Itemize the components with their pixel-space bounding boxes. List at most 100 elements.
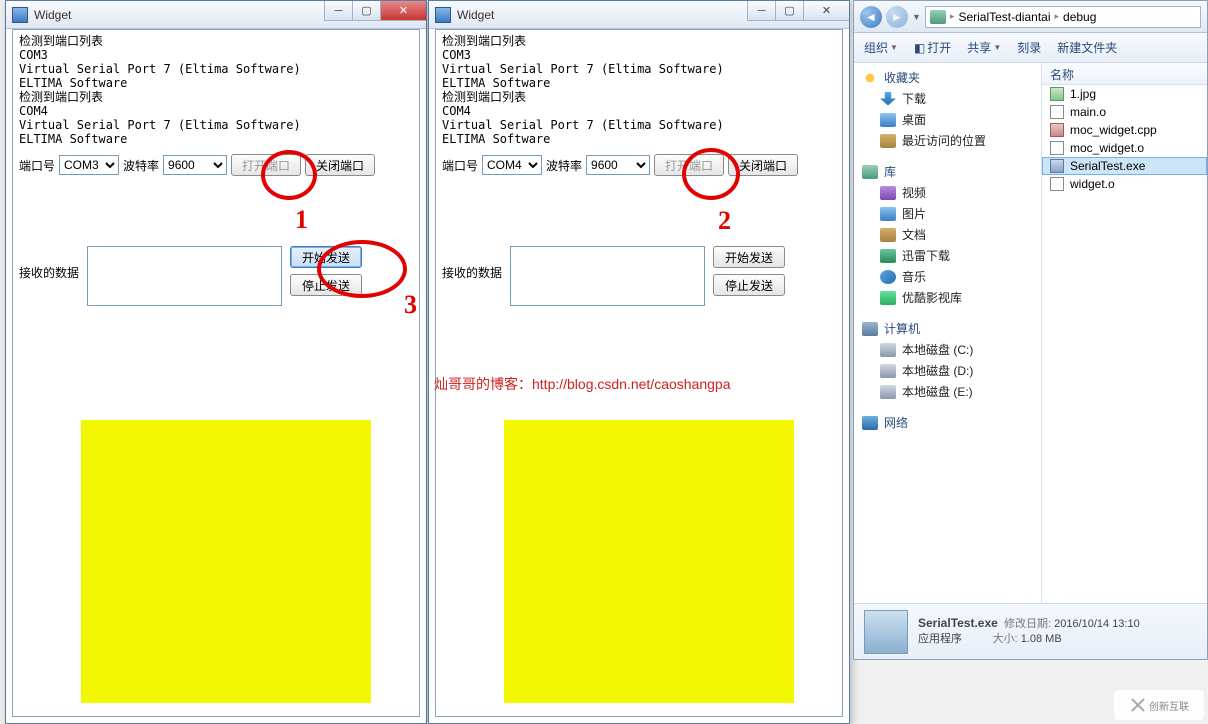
- file-item[interactable]: main.o: [1042, 103, 1207, 121]
- minimize-button[interactable]: ─: [324, 1, 352, 21]
- nav-bar: ◄ ► ▼ ▸ SerialTest-diantai ▸ debug: [854, 1, 1207, 33]
- cpp-file-icon: [1050, 123, 1064, 137]
- music-icon: [880, 270, 896, 284]
- annotation-number-2: 2: [718, 206, 731, 236]
- computer-icon: [862, 322, 878, 336]
- tree-item-documents[interactable]: 文档: [854, 224, 1041, 245]
- tree-item-recent[interactable]: 最近访问的位置: [854, 130, 1041, 151]
- toolbar: 组织 ▼ ◧ 打开 共享 ▼ 刻录 新建文件夹: [854, 33, 1207, 63]
- annotation-number-3: 3: [404, 290, 417, 320]
- chevron-right-icon: ▸: [1055, 11, 1060, 22]
- send-textbox[interactable]: [510, 246, 705, 306]
- start-send-button[interactable]: 开始发送: [290, 246, 362, 268]
- app-icon: [12, 7, 28, 23]
- tree-item-xunlei[interactable]: 迅雷下载: [854, 245, 1041, 266]
- file-item[interactable]: 1.jpg: [1042, 85, 1207, 103]
- tb-share[interactable]: 共享 ▼: [967, 39, 1001, 56]
- tb-burn[interactable]: 刻录: [1017, 39, 1041, 56]
- image-file-icon: [1050, 87, 1064, 101]
- tree-item-youku[interactable]: 优酷影视库: [854, 287, 1041, 308]
- tree-item-music[interactable]: 音乐: [854, 266, 1041, 287]
- obj-file-icon: [1050, 177, 1064, 191]
- tree-item-disk-e[interactable]: 本地磁盘 (E:): [854, 381, 1041, 402]
- maximize-button[interactable]: ▢: [775, 1, 803, 21]
- download-icon: [880, 92, 896, 106]
- site-watermark: 创新互联: [1114, 690, 1204, 720]
- port-label: 端口号: [442, 157, 478, 174]
- maximize-button[interactable]: ▢: [352, 1, 380, 21]
- tb-organize[interactable]: 组织 ▼: [864, 39, 898, 56]
- tree-network[interactable]: 网络: [884, 414, 908, 431]
- file-item[interactable]: widget.o: [1042, 175, 1207, 193]
- port-select[interactable]: COM3: [59, 155, 119, 175]
- folder-icon: [930, 10, 946, 24]
- port-log: 检测到端口列表 COM3 Virtual Serial Port 7 (Elti…: [13, 30, 419, 150]
- exe-file-icon: [1050, 159, 1064, 173]
- tree-item-disk-c[interactable]: 本地磁盘 (C:): [854, 339, 1041, 360]
- close-port-button[interactable]: 关闭端口: [728, 154, 798, 176]
- close-button[interactable]: ✕: [803, 1, 849, 21]
- tree-item-disk-d[interactable]: 本地磁盘 (D:): [854, 360, 1041, 381]
- stop-send-button[interactable]: 停止发送: [290, 274, 362, 296]
- tree-item-video[interactable]: 视频: [854, 182, 1041, 203]
- explorer-window: ◄ ► ▼ ▸ SerialTest-diantai ▸ debug 组织 ▼ …: [853, 0, 1208, 660]
- video-icon: [880, 186, 896, 200]
- annotation-number-1: 1: [295, 205, 308, 235]
- baud-select[interactable]: 9600: [586, 155, 650, 175]
- open-port-button[interactable]: 打开端口: [654, 154, 724, 176]
- desktop-icon: [880, 113, 896, 127]
- recent-icon: [880, 134, 896, 148]
- col-name[interactable]: 名称: [1042, 63, 1207, 85]
- port-label: 端口号: [19, 157, 55, 174]
- file-pane: 名称 1.jpg main.o moc_widget.cpp moc_widge…: [1042, 63, 1207, 603]
- baud-label: 波特率: [123, 157, 159, 174]
- network-icon: [862, 416, 878, 430]
- close-port-button[interactable]: 关闭端口: [305, 154, 375, 176]
- breadcrumb-item[interactable]: SerialTest-diantai: [958, 10, 1050, 24]
- breadcrumb-item[interactable]: debug: [1063, 10, 1096, 24]
- youku-icon: [880, 291, 896, 305]
- tree-favorites[interactable]: 收藏夹: [884, 69, 920, 86]
- minimize-button[interactable]: ─: [747, 1, 775, 21]
- window-title: Widget: [457, 8, 494, 22]
- start-send-button[interactable]: 开始发送: [713, 246, 785, 268]
- tree-item-pictures[interactable]: 图片: [854, 203, 1041, 224]
- port-select[interactable]: COM4: [482, 155, 542, 175]
- app-icon: [435, 7, 451, 23]
- detail-date-label: 修改日期:: [1004, 618, 1051, 630]
- detail-size-label: 大小:: [993, 633, 1018, 645]
- send-textbox[interactable]: [87, 246, 282, 306]
- detail-date: 2016/10/14 13:10: [1054, 618, 1140, 630]
- client-area: 检测到端口列表 COM3 Virtual Serial Port 7 (Elti…: [12, 29, 420, 717]
- tree-item-downloads[interactable]: 下载: [854, 88, 1041, 109]
- document-icon: [880, 228, 896, 242]
- tb-open[interactable]: ◧ 打开: [914, 39, 951, 56]
- obj-file-icon: [1050, 105, 1064, 119]
- disk-icon: [880, 385, 896, 399]
- chevron-down-icon[interactable]: ▼: [912, 12, 921, 22]
- file-item[interactable]: moc_widget.cpp: [1042, 121, 1207, 139]
- stop-send-button[interactable]: 停止发送: [713, 274, 785, 296]
- details-pane: SerialTest.exe 修改日期: 2016/10/14 13:10 应用…: [854, 603, 1207, 659]
- breadcrumb[interactable]: ▸ SerialTest-diantai ▸ debug: [925, 6, 1201, 28]
- back-button[interactable]: ◄: [860, 6, 882, 28]
- close-button[interactable]: ✕: [380, 1, 426, 21]
- blog-watermark-text: 灿哥哥的博客：http://blog.csdn.net/caoshangpa: [434, 374, 730, 394]
- file-item-selected[interactable]: SerialTest.exe: [1042, 157, 1207, 175]
- widget-window-2: Widget ─ ▢ ✕ 检测到端口列表 COM3 Virtual Serial…: [428, 0, 850, 724]
- open-port-button[interactable]: 打开端口: [231, 154, 301, 176]
- tree-libraries[interactable]: 库: [884, 163, 896, 180]
- xunlei-icon: [880, 249, 896, 263]
- tb-newfolder[interactable]: 新建文件夹: [1057, 39, 1117, 56]
- library-icon: [862, 165, 878, 179]
- titlebar[interactable]: Widget ─ ▢ ✕: [6, 1, 426, 29]
- forward-button[interactable]: ►: [886, 6, 908, 28]
- file-item[interactable]: moc_widget.o: [1042, 139, 1207, 157]
- baud-select[interactable]: 9600: [163, 155, 227, 175]
- window-title: Widget: [34, 8, 71, 22]
- titlebar[interactable]: Widget ─ ▢ ✕: [429, 1, 849, 29]
- tree-item-desktop[interactable]: 桌面: [854, 109, 1041, 130]
- tree-computer[interactable]: 计算机: [884, 320, 920, 337]
- disk-icon: [880, 364, 896, 378]
- file-thumbnail: [864, 610, 908, 654]
